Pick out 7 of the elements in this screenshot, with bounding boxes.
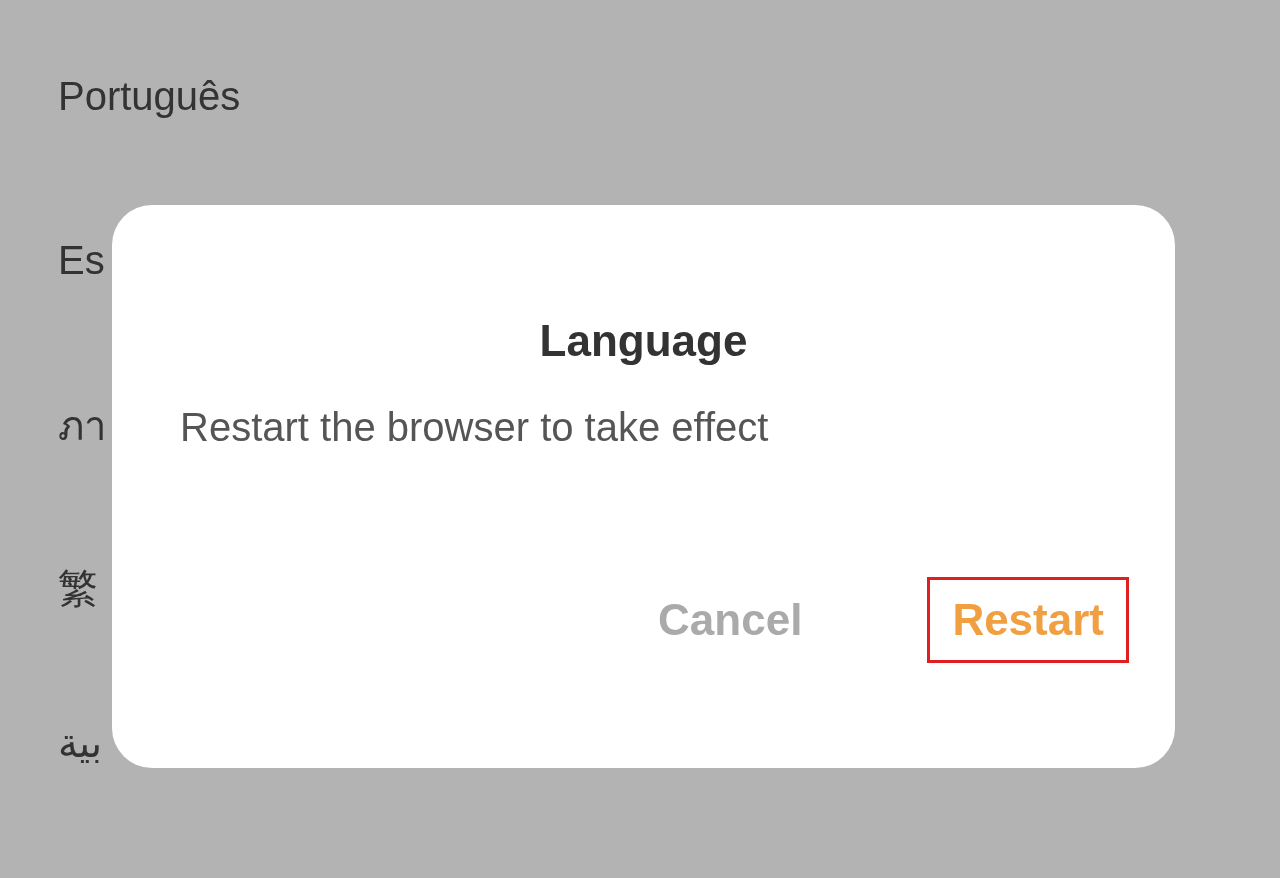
language-option[interactable]: Es [58, 232, 105, 288]
language-option[interactable]: 繁 [58, 560, 98, 616]
language-option[interactable]: Português [58, 68, 241, 124]
dialog-title: Language [539, 315, 748, 367]
language-option[interactable]: ภา [58, 398, 106, 454]
dialog-message: Restart the browser to take effect [180, 404, 769, 451]
language-option[interactable]: بية [58, 715, 102, 771]
